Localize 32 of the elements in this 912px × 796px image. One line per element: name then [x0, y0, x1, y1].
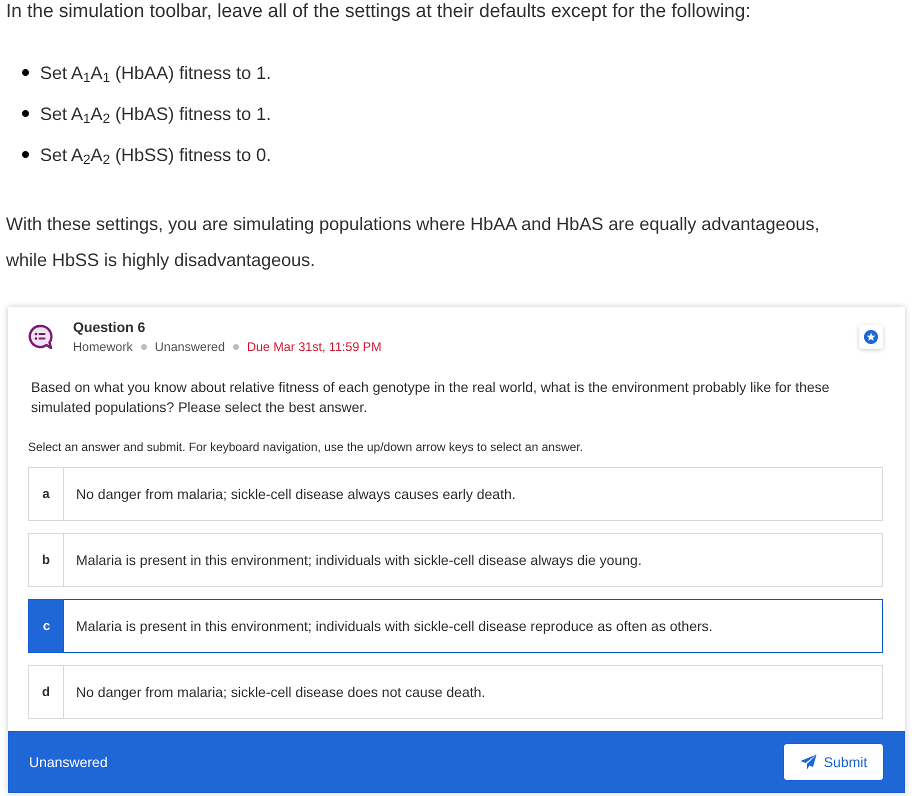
fitness-setting-text: Set A$_{2}$A$_{2}$ (HbSS) fitness to 0. — [40, 144, 272, 166]
answer-option[interactable]: a No danger from malaria; sickle-cell disease always causes early death. — [28, 467, 883, 521]
option-letter: a — [29, 468, 64, 520]
bullet-icon — [22, 151, 29, 158]
answer-instruction: Select an answer and submit. For keyboard navigation, use the up/down arrow keys to select an answer. — [27, 439, 584, 456]
fitness-setting-text: Set A$_{1}$A$_{1}$ (HbAA) fitness to 1. — [40, 62, 272, 84]
bullet-icon — [22, 110, 29, 117]
meta-label: Unanswered — [154, 339, 225, 356]
option-letter: b — [29, 534, 64, 586]
star-icon — [864, 330, 878, 344]
option-letter: d — [29, 666, 64, 718]
question-text: Based on what you know about relative fitness of each genotype in the real world, what is the environment probably like for these simulated populations? Please select the best answer. — [30, 378, 830, 417]
answer-status: Unanswered — [29, 752, 108, 772]
option-text: No danger from malaria; sickle-cell disease always causes early death. — [75, 484, 516, 504]
answer-option[interactable]: c Malaria is present in this environment; individuals with sickle-cell disease reproduce as often as others. — [28, 599, 883, 653]
answer-option[interactable]: d No danger from malaria; sickle-cell disease does not cause death. — [28, 665, 883, 719]
due-date: Due Mar 31st, 11:59 PM — [246, 339, 382, 356]
fitness-setting-text: Set A$_{1}$A$_{2}$ (HbAS) fitness to 1. — [40, 102, 272, 126]
bullet-icon — [22, 69, 29, 76]
summary-paragraph: With these settings, you are simulating populations where HbAA and HbAS are equally advantageous, while HbSS is highly disadvantageous. — [6, 213, 820, 272]
star-button[interactable] — [859, 325, 883, 349]
meta-label: Homework — [73, 339, 133, 356]
option-letter: c — [29, 600, 64, 652]
option-text: Malaria is present in this environment; individuals with sickle-cell disease always die young. — [75, 550, 642, 570]
question-title: Question 6 — [73, 318, 146, 337]
option-text: No danger from malaria; sickle-cell disease does not cause death. — [75, 682, 486, 702]
instruction-text: In the simulation toolbar, leave all of the settings at their defaults except for the following: — [6, 0, 752, 24]
submit-button[interactable]: Submit — [784, 744, 883, 780]
speech-bubble-list-icon — [28, 324, 53, 350]
paper-plane-icon — [800, 754, 817, 770]
option-text: Malaria is present in this environment; individuals with sickle-cell disease reproduce as often as others. — [75, 616, 713, 636]
answer-option[interactable]: b Malaria is present in this environment; individuals with sickle-cell disease always die young. — [28, 533, 883, 587]
